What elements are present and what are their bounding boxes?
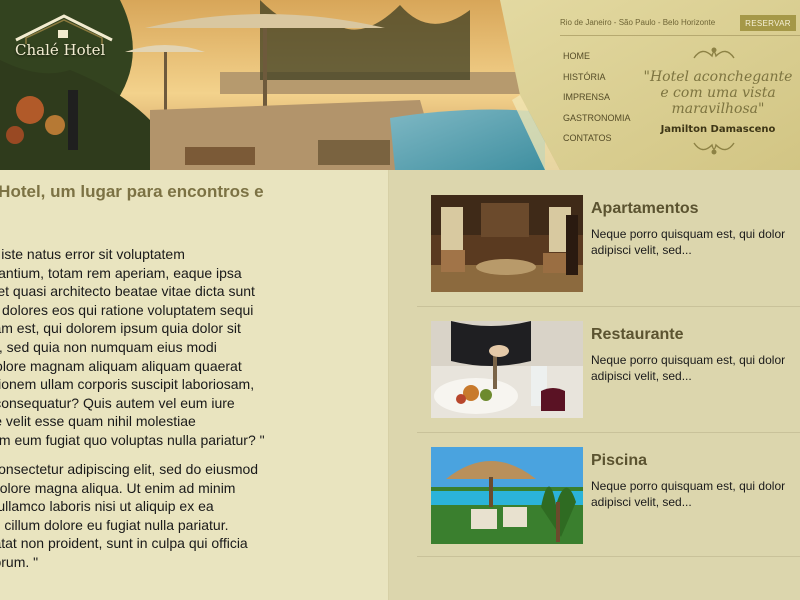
welcome-title: é Hotel, um lugar para encontros e [0, 182, 264, 201]
paragraph-line: ci velit, sed quia non numquam eius modi [0, 338, 217, 355]
piscina-description: Neque porro quisquam est, qui dolor adip… [591, 478, 800, 510]
paragraph-line: rcício ullamco laboris nisi ut aliquip e… [0, 498, 214, 515]
restaurante-title[interactable]: Restaurante [591, 326, 683, 344]
card-apartamentos[interactable]: Apartamentos Neque porro quisquam est, q… [417, 170, 800, 294]
paragraph-line: met, consectetur adipiscing elit, sed do… [0, 461, 259, 477]
main-nav: HOME HISTÓRIA IMPRENSA GASTRONOMIA CONTA… [563, 50, 631, 153]
welcome-paragraph-2: met, consectetur adipiscing elit, sed do… [0, 460, 385, 572]
paragraph-line: e laudantium, totam rem aperiam, eaque i… [0, 264, 242, 281]
location-text: Rio de Janeiro - São Paulo - Belo Horizo… [560, 18, 716, 27]
flourish-bottom-icon [693, 142, 735, 155]
card-separator [417, 556, 800, 557]
apartamentos-title[interactable]: Apartamentos [591, 200, 699, 218]
paragraph-line: uisquam est, qui dolorem ipsum quia dolo… [0, 320, 241, 337]
paragraph-line: st laborum. " [0, 553, 39, 570]
apartamentos-image[interactable] [431, 195, 583, 292]
paragraph-line: dolorem eum fugiat quo voluptas nulla pa… [0, 431, 265, 448]
tagline-author: Jamilton Damasceno [660, 124, 776, 135]
card-restaurante[interactable]: Restaurante Neque porro quisquam est, qu… [417, 296, 800, 420]
piscina-title[interactable]: Piscina [591, 452, 647, 470]
paragraph-line: modi consequatur? Quis autem vel eum iur… [0, 394, 235, 411]
apartamentos-description: Neque porro quisquam est, qui dolor adip… [591, 226, 800, 258]
tagline-quote: "Hotel aconchegante e com uma vista mara… [643, 69, 793, 117]
description-line: Neque porro quisquam est, qui dolor [591, 353, 786, 367]
paragraph-line: cupidatat non proident, sunt in culpa qu… [0, 535, 248, 552]
paragraph-line: ritatis et quasi architecto beatae vitae… [0, 283, 255, 300]
paragraph-line: luptate velit esse quam nihil molestiae [0, 413, 196, 430]
description-line: adipisci velit, sed... [591, 243, 692, 257]
paragraph-line: it esse cillum dolore eu fugiat nulla pa… [0, 516, 229, 533]
description-line: Neque porro quisquam est, qui dolor [591, 227, 786, 241]
topbar-divider [560, 35, 800, 36]
welcome-section: é Hotel, um lugar para encontros e omnis… [0, 170, 388, 600]
reserve-button[interactable]: RESERVAR [740, 15, 796, 31]
description-line: adipisci velit, sed... [591, 369, 692, 383]
nav-item-home[interactable]: HOME [563, 50, 631, 71]
card-piscina[interactable]: Piscina Neque porro quisquam est, qui do… [417, 422, 800, 546]
paragraph-line: e et dolore magnam aliquam aliquam quaer… [0, 357, 242, 374]
logo-text[interactable]: Chalé Hotel [15, 41, 105, 59]
nav-item-historia[interactable]: HISTÓRIA [563, 71, 631, 92]
paragraph-line: re et dolore magna aliqua. Ut enim ad mi… [0, 479, 236, 496]
nav-item-gastronomia[interactable]: GASTRONOMIA [563, 112, 631, 133]
welcome-paragraph-1: omnis iste natus error sit voluptatem e … [0, 245, 385, 450]
house-roof-icon [15, 14, 113, 44]
restaurante-description: Neque porro quisquam est, qui dolor adip… [591, 352, 800, 384]
nav-item-contatos[interactable]: CONTATOS [563, 132, 631, 153]
nav-item-imprensa[interactable]: IMPRENSA [563, 91, 631, 112]
flourish-top-icon [693, 47, 735, 59]
description-line: Neque porro quisquam est, qui dolor [591, 479, 786, 493]
header: Chalé Hotel Rio de Janeiro - São Paulo -… [0, 0, 800, 170]
paragraph-line: ercitationem ullam corporis suscipit lab… [0, 376, 255, 393]
piscina-image[interactable] [431, 447, 583, 544]
paragraph-line: magni dolores eos qui ratione voluptatem… [0, 301, 254, 318]
paragraph-line: omnis iste natus error sit voluptatem [0, 246, 185, 262]
description-line: adipisci velit, sed... [591, 495, 692, 509]
restaurante-image[interactable] [431, 321, 583, 418]
